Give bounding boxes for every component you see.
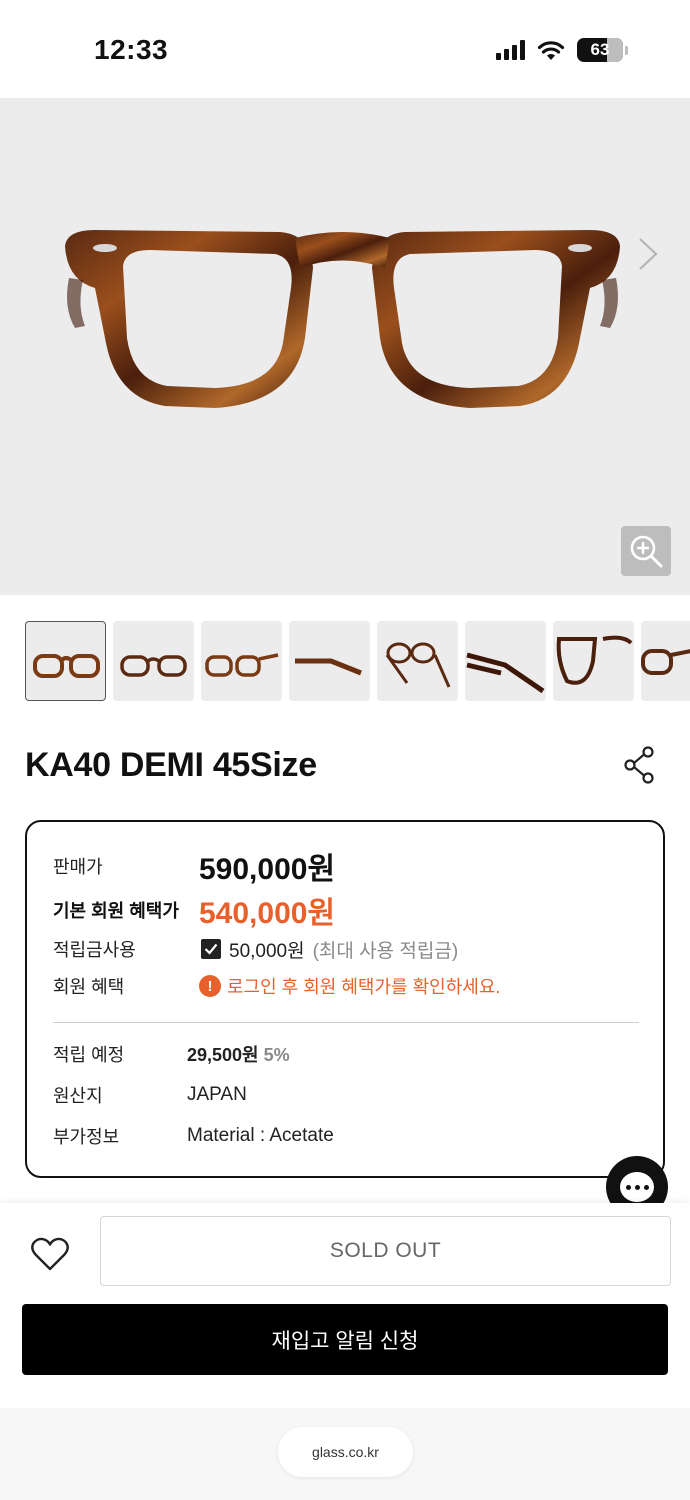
heart-icon[interactable] <box>30 1236 70 1272</box>
benefit-notice-text: 로그인 후 회원 혜택가를 확인하세요. <box>227 977 501 997</box>
origin-value: JAPAN <box>187 1084 247 1105</box>
chat-icon <box>620 1172 654 1202</box>
thumbnail-8[interactable] <box>641 621 690 701</box>
battery-icon: 63 <box>577 38 623 62</box>
points-use-control[interactable]: 50,000원 (최대 사용 적립금) <box>201 936 458 963</box>
restock-alert-button[interactable]: 재입고 알림 신청 <box>22 1304 668 1375</box>
points-use-label: 적립금사용 <box>53 940 136 960</box>
battery-level: 63 <box>590 40 610 59</box>
reward-value-group: 29,500원 5% <box>187 1041 290 1067</box>
reward-value: 29,500원 <box>187 1045 259 1065</box>
member-benefit-label: 회원 혜택 <box>53 977 125 997</box>
sale-price: 590,000원 <box>199 853 336 886</box>
glasses-image <box>65 230 620 408</box>
thumbnail-1[interactable] <box>25 621 106 701</box>
reward-label: 적립 예정 <box>53 1045 125 1065</box>
browser-bottom-bar: glass.co.kr <box>0 1408 690 1500</box>
thumbnail-6[interactable] <box>465 621 546 701</box>
chevron-right-icon[interactable] <box>636 236 660 272</box>
bottom-action-bar: SOLD OUT 재입고 알림 신청 <box>0 1203 690 1408</box>
member-price: 540,000원 <box>199 897 336 930</box>
check-icon[interactable] <box>201 939 221 959</box>
status-icons: 63 <box>496 38 628 62</box>
extra-info-label: 부가정보 <box>53 1127 120 1147</box>
thumbnail-2[interactable] <box>113 621 194 701</box>
member-price-label: 기본 회원 혜택가 <box>53 901 179 921</box>
thumbnail-4[interactable] <box>289 621 370 701</box>
share-icon[interactable] <box>624 746 656 784</box>
zoom-button[interactable] <box>621 526 671 576</box>
reward-rate: 5% <box>263 1045 290 1065</box>
member-benefit-notice[interactable]: ! 로그인 후 회원 혜택가를 확인하세요. <box>199 973 500 999</box>
points-use-value: 50,000원 <box>229 940 305 962</box>
thumbnail-5[interactable] <box>377 621 458 701</box>
product-main-image[interactable] <box>0 98 690 595</box>
product-info-box: 판매가 590,000원 기본 회원 혜택가 540,000원 적립금사용 50… <box>25 820 665 1178</box>
zoom-in-icon <box>630 535 663 568</box>
divider <box>53 1022 639 1023</box>
sale-price-label: 판매가 <box>53 857 103 877</box>
url-bar[interactable]: glass.co.kr <box>278 1427 413 1477</box>
thumbnail-3[interactable] <box>201 621 282 701</box>
product-title: KA40 DEMI 45Size <box>25 746 317 784</box>
battery-tip <box>625 45 628 55</box>
sold-out-button[interactable]: SOLD OUT <box>100 1216 671 1286</box>
points-use-note: (최대 사용 적립금) <box>312 940 459 962</box>
thumbnail-7[interactable] <box>553 621 634 701</box>
status-time: 12:33 <box>94 34 169 65</box>
info-icon: ! <box>199 975 221 997</box>
extra-info-value: Material : Acetate <box>187 1125 334 1146</box>
origin-label: 원산지 <box>53 1086 103 1106</box>
thumbnail-strip[interactable] <box>25 621 690 701</box>
signal-icon <box>496 40 525 60</box>
wifi-icon <box>537 40 565 60</box>
status-bar: 12:33 63 <box>0 0 690 98</box>
